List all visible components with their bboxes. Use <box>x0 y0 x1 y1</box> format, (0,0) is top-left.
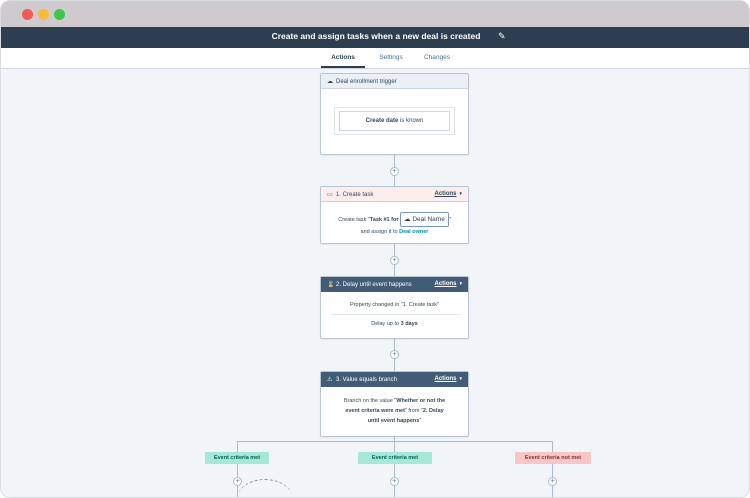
task-name: Task #1 for <box>369 217 399 223</box>
maximize-window-button[interactable] <box>54 9 65 20</box>
branch-text: " from " <box>404 408 423 414</box>
actions-dropdown[interactable]: Actions ▼ <box>435 191 463 197</box>
actions-label: Actions <box>434 281 457 287</box>
delay-limit-prefix: Delay up to <box>371 321 401 327</box>
close-window-button[interactable] <box>22 9 33 20</box>
trigger-header: ☁ Deal enrollment trigger <box>321 74 468 89</box>
branch-card[interactable]: ⚠ 3. Value equals branch Actions ▼ Branch … <box>320 371 469 437</box>
branch-header: ⚠ 3. Value equals branch Actions ▼ <box>321 372 468 387</box>
enrollment-trigger-card[interactable]: ☁ Deal enrollment trigger Create date is … <box>320 73 469 155</box>
branch-title: 3. Value equals branch <box>336 377 397 383</box>
delay-limit: Delay up to 3 days <box>321 321 468 327</box>
branch-label[interactable]: Event criteria met <box>205 452 269 464</box>
filter-property: Create date <box>365 118 399 124</box>
add-action-button[interactable]: + <box>390 167 399 176</box>
chevron-down-icon: ▼ <box>458 191 463 196</box>
branch-text: " <box>419 418 422 424</box>
create-task-body: Create task "Task #1 for ☁ Deal Name " an… <box>321 202 468 238</box>
active-tab-indicator <box>321 66 365 68</box>
add-action-button[interactable]: + <box>233 477 242 486</box>
task-icon: ▭ <box>327 192 333 198</box>
task-text-suffix: " <box>448 217 451 223</box>
assignee-link[interactable]: Deal owner <box>399 229 428 235</box>
hourglass-icon: ⌛ <box>327 282 335 288</box>
deal-icon: ☁ <box>327 79 333 85</box>
chevron-down-icon: ▼ <box>458 281 463 286</box>
branch-text: Branch on the value " <box>343 398 397 404</box>
create-task-title: 1. Create task <box>336 192 374 198</box>
add-action-button[interactable]: + <box>390 477 399 486</box>
branch-label[interactable]: Event criteria met <box>358 452 432 464</box>
branch-line <box>237 441 238 497</box>
actions-dropdown[interactable]: Actions ▼ <box>435 281 463 287</box>
trigger-title: Deal enrollment trigger <box>336 79 397 85</box>
delay-title: 2. Delay until event happens <box>336 282 412 288</box>
workflow-titlebar: Create and assign tasks when a new deal … <box>1 27 749 48</box>
pencil-icon[interactable]: ✎ <box>498 31 506 42</box>
branch-warning-icon: ⚠ <box>327 377 333 383</box>
add-action-button[interactable]: + <box>548 477 557 486</box>
deal-icon: ☁ <box>404 216 411 223</box>
delay-condition: Property changed in "1. Create task" <box>350 302 439 308</box>
filter-operator: is known <box>398 118 424 124</box>
delay-limit-value: 3 days <box>400 321 418 327</box>
add-action-button[interactable]: + <box>390 350 399 359</box>
branch-line <box>552 441 553 497</box>
delay-card[interactable]: ⌛ 2. Delay until event happens Actions ▼ P… <box>320 276 469 339</box>
branch-line <box>394 441 395 497</box>
divider <box>331 314 460 315</box>
create-task-header: ▭ 1. Create task Actions ▼ <box>321 187 468 202</box>
app-window: Create and assign tasks when a new deal … <box>0 0 750 498</box>
tab-actions[interactable]: Actions <box>323 54 363 61</box>
chevron-down-icon: ▼ <box>458 376 463 381</box>
window-chrome <box>1 1 749 27</box>
deal-name-token-label: Deal Name <box>412 216 445 223</box>
create-task-card[interactable]: ▭ 1. Create task Actions ▼ Create task "Ta… <box>320 186 469 244</box>
task-line-1: Create task "Task #1 for ☁ Deal Name " <box>321 212 468 227</box>
workflow-tabs: Actions Settings Changes <box>1 48 749 69</box>
branch-body: Branch on the value "Whether or not the … <box>321 387 468 426</box>
actions-label: Actions <box>434 376 457 382</box>
task-text-prefix: Create task " <box>338 217 370 223</box>
deal-name-token[interactable]: ☁ Deal Name <box>400 212 449 227</box>
tab-changes[interactable]: Changes <box>417 54 457 61</box>
branch-label[interactable]: Event criteria not met <box>515 452 591 464</box>
actions-label: Actions <box>434 191 457 197</box>
workflow-title[interactable]: Create and assign tasks when a new deal … <box>1 31 749 41</box>
minimize-window-button[interactable] <box>38 9 49 20</box>
assign-text: and assign it to <box>360 229 400 235</box>
tab-settings[interactable]: Settings <box>371 54 411 61</box>
delay-header: ⌛ 2. Delay until event happens Actions ▼ <box>321 277 468 292</box>
trigger-filter[interactable]: Create date is known <box>339 111 450 131</box>
delay-body: Property changed in "1. Create task" Del… <box>321 292 468 339</box>
actions-dropdown[interactable]: Actions ▼ <box>435 376 463 382</box>
add-action-button[interactable]: + <box>390 256 399 265</box>
trigger-filter-group: Create date is known <box>334 107 455 135</box>
task-line-2: and assign it to Deal owner <box>321 227 468 238</box>
